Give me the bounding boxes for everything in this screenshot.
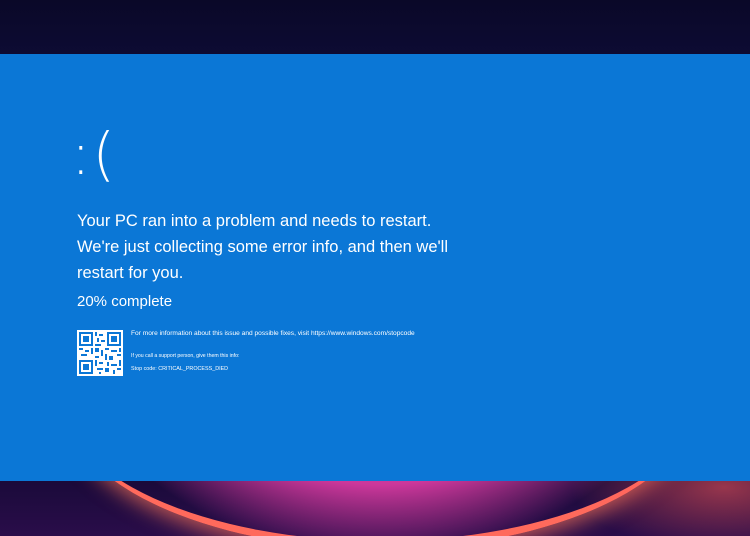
info-block: For more information about this issue an… (131, 329, 415, 374)
top-dark-band (0, 0, 750, 54)
wallpaper-glow-band (0, 481, 750, 536)
sad-face-emoticon: :( (71, 120, 118, 188)
error-message: Your PC ran into a problem and needs to … (77, 212, 449, 282)
qr-code-icon (77, 330, 123, 376)
support-info-text: If you call a support person, give them … (131, 353, 240, 359)
progress-text: 20% complete (77, 293, 173, 310)
screenshot-frame: :( Your PC ran into a problem and needs … (0, 0, 750, 536)
glow-right (570, 481, 750, 536)
stop-code-text: Stop code: CRITICAL_PROCESS_DIED (131, 366, 229, 372)
blue-screen: :( Your PC ran into a problem and needs … (0, 54, 750, 481)
more-info-text: For more information about this issue an… (131, 330, 415, 337)
